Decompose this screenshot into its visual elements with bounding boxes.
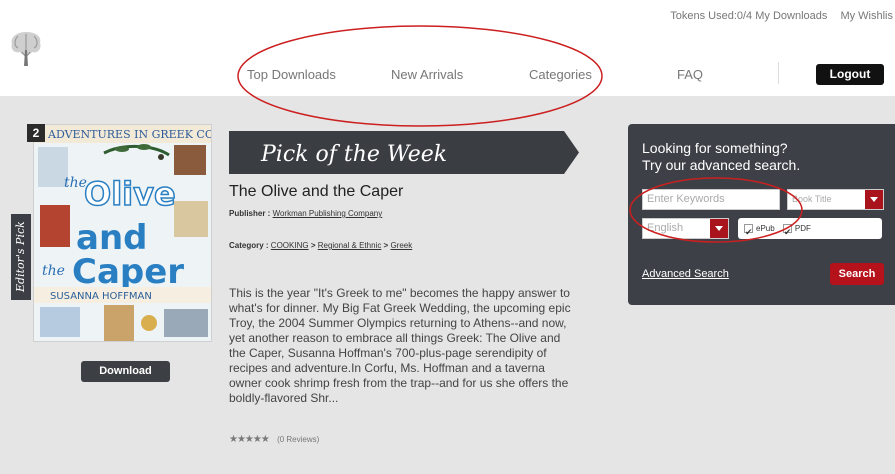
tokens-used: Tokens Used:0/4: [670, 10, 753, 22]
category-separator: >: [310, 241, 316, 250]
nav-faq[interactable]: FAQ: [677, 67, 703, 82]
pdf-label: PDF: [794, 224, 811, 233]
pdf-checkbox[interactable]: [782, 222, 792, 243]
language-value: English: [647, 222, 684, 234]
search-field-value: Book Title: [792, 194, 832, 204]
download-button[interactable]: Download: [81, 361, 170, 382]
rating-row: ★★★★★ (0 Reviews): [229, 434, 319, 445]
epub-checkbox[interactable]: [744, 222, 753, 243]
book-description: This is the year "It's Greek to me" beco…: [229, 286, 571, 405]
publisher-link[interactable]: Workman Publishing Company: [273, 209, 383, 218]
rating-stars-icon[interactable]: ★★★★★: [229, 434, 270, 445]
review-count: (0 Reviews): [277, 435, 320, 444]
tree-logo-icon[interactable]: [8, 28, 44, 68]
search-field-select[interactable]: Book Title: [787, 189, 884, 210]
logout-button[interactable]: Logout: [816, 64, 884, 85]
dropdown-arrow-icon[interactable]: [710, 219, 728, 238]
publisher-line: Publisher : Workman Publishing Company: [229, 209, 382, 218]
rank-badge: 2: [27, 124, 45, 142]
editors-pick-tab: Editor's Pick: [11, 214, 31, 300]
my-wishlist-link[interactable]: My Wishlis: [840, 10, 893, 22]
search-button[interactable]: Search: [830, 263, 884, 285]
cover-author: SUSANNA HOFFMAN: [50, 291, 152, 302]
advanced-search-link[interactable]: Advanced Search: [642, 268, 729, 280]
my-downloads-link[interactable]: My Downloads: [755, 10, 827, 22]
top-bar: Tokens Used:0/4 My Downloads My Wishlis …: [0, 0, 895, 96]
book-cover[interactable]: ADVENTURES IN GREEK COOKING the Olive an…: [33, 124, 212, 342]
book-cover-art: ADVENTURES IN GREEK COOKING the Olive an…: [34, 125, 212, 341]
category-line: Category : COOKING > Regional & Ethnic >…: [229, 241, 412, 250]
search-heading-line-1: Looking for something?: [642, 140, 788, 156]
language-select[interactable]: English: [642, 218, 729, 239]
dropdown-arrow-icon[interactable]: [865, 190, 883, 209]
category-regional-link[interactable]: Regional & Ethnic: [318, 241, 382, 250]
search-heading-line-2: Try our advanced search.: [642, 157, 801, 173]
cover-caper: Caper: [72, 252, 184, 292]
category-separator: >: [383, 241, 389, 250]
cover-olive: Olive: [84, 175, 176, 213]
nav-new-arrivals[interactable]: New Arrivals: [391, 67, 463, 82]
nav-top-downloads[interactable]: Top Downloads: [247, 67, 336, 82]
utility-links: Tokens Used:0/4 My Downloads My Wishlis: [660, 10, 893, 22]
category-cooking-link[interactable]: COOKING: [271, 241, 309, 250]
cover-top-text: ADVENTURES IN GREEK COOKING: [47, 128, 212, 141]
category-greek-link[interactable]: Greek: [390, 241, 412, 250]
epub-label: ePub: [756, 224, 775, 233]
format-options: ePub PDF: [738, 218, 882, 243]
publisher-label: Publisher :: [229, 209, 271, 218]
nav-categories[interactable]: Categories: [529, 67, 592, 82]
search-heading: Looking for something? Try our advanced …: [642, 140, 800, 174]
nav-divider: [778, 62, 779, 84]
cover-the-2: the: [42, 263, 65, 279]
category-label: Category :: [229, 241, 269, 250]
keywords-input[interactable]: Enter Keywords: [642, 189, 780, 210]
pick-of-week-title: Pick of the Week: [261, 142, 448, 167]
book-title[interactable]: The Olive and the Caper: [229, 183, 403, 201]
